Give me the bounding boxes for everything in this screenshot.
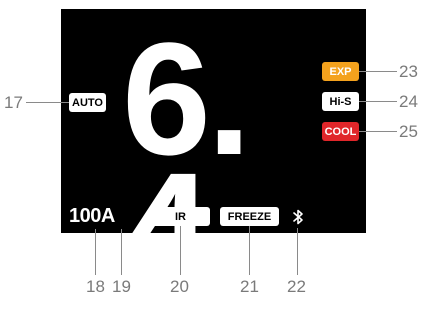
callout-21: 21 [240,277,259,296]
exp-badge: EXP [322,62,359,81]
callout-17: 17 [4,93,23,112]
main-reading: 6.4 [122,9,292,309]
callout-line-17 [26,102,69,104]
auto-badge: AUTO [69,93,106,112]
range-readout: 100A [69,205,115,227]
freeze-badge: FREEZE [220,207,279,226]
callout-line-20 [180,226,182,275]
callout-line-19 [121,229,123,275]
callout-25: 25 [399,122,418,141]
callout-line-22 [297,228,299,275]
callout-22: 22 [287,277,306,296]
callout-19: 19 [112,277,131,296]
callout-23: 23 [399,62,418,81]
callout-line-23 [359,71,397,73]
callout-line-24 [359,101,397,103]
cool-badge: COOL [322,122,359,141]
hi-s-badge: Hi-S [322,92,359,111]
bluetooth-icon [293,209,303,225]
reading-decimal-point: . [206,9,251,188]
ir-badge: IR [151,207,210,226]
callout-line-21 [249,226,251,275]
callout-line-18 [95,229,97,275]
callout-24: 24 [399,92,418,111]
reading-fraction: 4 [122,139,211,318]
callout-18: 18 [86,277,105,296]
callout-line-25 [359,131,397,133]
callout-20: 20 [170,277,189,296]
